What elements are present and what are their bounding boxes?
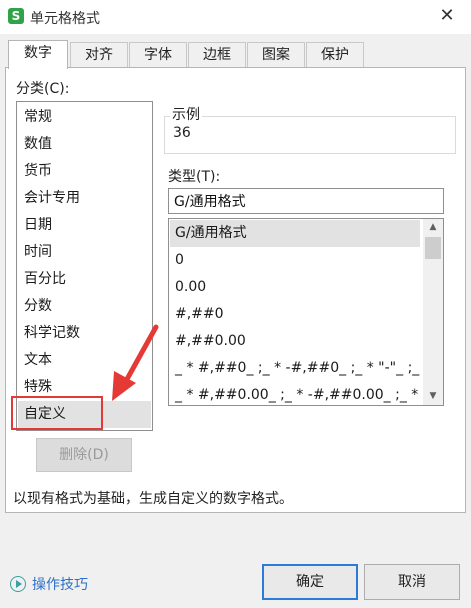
tab-alignment[interactable]: 对齐: [70, 42, 128, 68]
format-item[interactable]: _ * #,##0_ ;_ * -#,##0_ ;_ * "-"_ ;_@_: [170, 355, 420, 382]
category-item[interactable]: 货币: [18, 158, 151, 185]
format-item-selected[interactable]: G/通用格式: [170, 220, 420, 247]
format-item[interactable]: #,##0: [170, 301, 420, 328]
category-item[interactable]: 数值: [18, 131, 151, 158]
window-title: 单元格格式: [30, 11, 100, 27]
annotation-arrow-icon: [112, 324, 159, 401]
app-icon: S: [8, 8, 24, 24]
category-item[interactable]: 百分比: [18, 266, 151, 293]
tips-label: 操作技巧: [32, 577, 88, 593]
tab-number[interactable]: 数字: [8, 40, 68, 69]
format-item[interactable]: 0.00: [170, 274, 420, 301]
number-tab-panel: 分类(C): 常规 数值 货币 会计专用 日期 时间 百分比 分数 科学记数 文…: [5, 67, 466, 513]
tab-pattern[interactable]: 图案: [247, 42, 305, 68]
sample-value: 36: [173, 125, 191, 141]
close-icon[interactable]: ✕: [437, 6, 457, 26]
triangle-up-icon[interactable]: ▲: [423, 219, 443, 236]
category-label: 分类(C):: [16, 81, 70, 97]
cancel-button[interactable]: 取消: [364, 564, 460, 600]
category-item[interactable]: 常规: [18, 104, 151, 131]
scrollbar-thumb[interactable]: [425, 237, 441, 259]
category-item[interactable]: 时间: [18, 239, 151, 266]
format-list[interactable]: G/通用格式 0 0.00 #,##0 #,##0.00 _ * #,##0_ …: [168, 218, 444, 406]
format-item[interactable]: _ * #,##0.00_ ;_ * -#,##0.00_ ;_ * "-"??…: [170, 382, 420, 405]
annotation-highlight-box: [11, 396, 103, 430]
ok-button[interactable]: 确定: [262, 564, 358, 600]
type-label: 类型(T):: [168, 169, 221, 185]
play-circle-icon: [10, 576, 26, 592]
sample-label: 示例: [170, 104, 202, 124]
tips-link[interactable]: 操作技巧: [10, 574, 88, 594]
sample-group: 36: [164, 116, 456, 154]
category-item[interactable]: 日期: [18, 212, 151, 239]
category-item[interactable]: 分数: [18, 293, 151, 320]
format-list-scrollbar[interactable]: ▲ ▼: [423, 219, 443, 405]
triangle-down-icon[interactable]: ▼: [423, 388, 443, 405]
delete-button[interactable]: 删除(D): [36, 438, 132, 472]
type-input[interactable]: [168, 188, 444, 214]
tab-font[interactable]: 字体: [129, 42, 187, 68]
category-item[interactable]: 会计专用: [18, 185, 151, 212]
tab-protection[interactable]: 保护: [306, 42, 364, 68]
format-description: 以现有格式为基础，生成自定义的数字格式。: [13, 491, 293, 507]
tab-border[interactable]: 边框: [188, 42, 246, 68]
format-item[interactable]: #,##0.00: [170, 328, 420, 355]
title-bar: S 单元格格式 ✕: [0, 0, 471, 34]
format-item[interactable]: 0: [170, 247, 420, 274]
